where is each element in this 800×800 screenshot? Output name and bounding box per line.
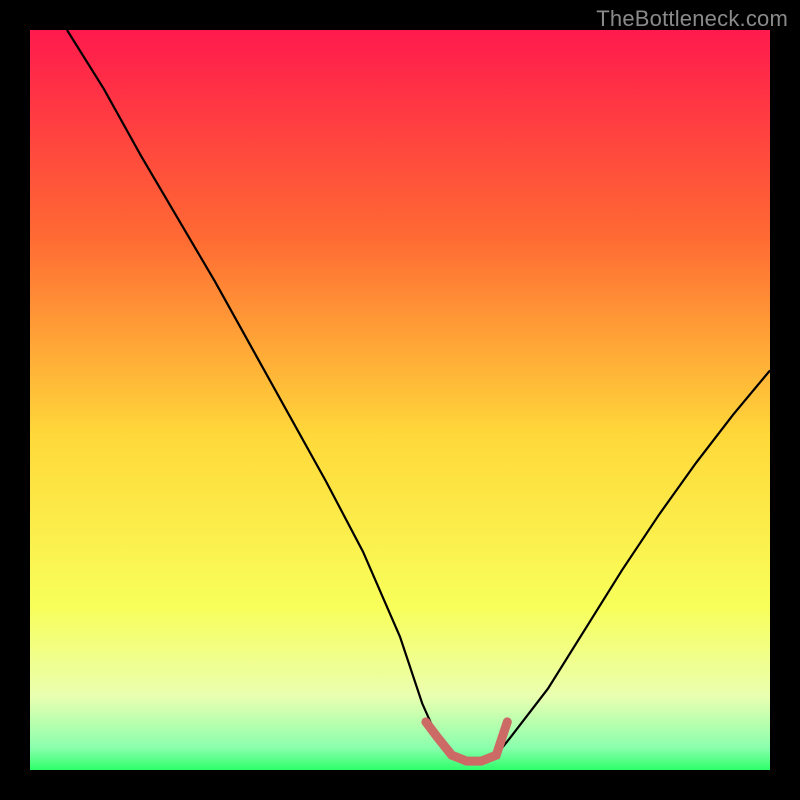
bottleneck-chart — [0, 0, 800, 800]
gradient-background — [30, 30, 770, 770]
watermark-text: TheBottleneck.com — [596, 6, 788, 32]
chart-stage: TheBottleneck.com — [0, 0, 800, 800]
